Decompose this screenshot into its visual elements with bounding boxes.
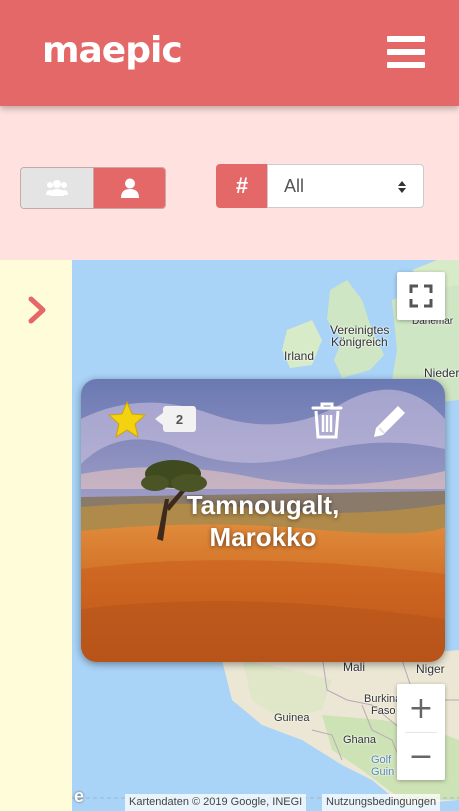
zoom-out-button[interactable]: − xyxy=(397,732,445,780)
tag-select-value: All xyxy=(284,175,305,196)
group-mode-button[interactable] xyxy=(21,168,93,208)
fullscreen-icon xyxy=(409,284,433,308)
location-title-line1: Tamnougalt, xyxy=(186,490,340,520)
location-title: Tamnougalt, Marokko xyxy=(81,489,445,553)
map-label-ghana: Ghana xyxy=(343,734,377,746)
favorite-star-icon[interactable] xyxy=(107,401,147,439)
edit-pencil-icon[interactable] xyxy=(370,401,410,441)
map-attribution: Kartendaten © 2019 Google, INEGI xyxy=(125,794,307,811)
fullscreen-button[interactable] xyxy=(397,272,445,320)
map-label-mali: Mali xyxy=(343,660,366,674)
hamburger-menu-icon[interactable] xyxy=(387,36,427,68)
select-caret-icon xyxy=(398,181,406,193)
map-label-uk-line2: Königreich xyxy=(331,335,388,349)
trash-icon[interactable] xyxy=(309,401,345,439)
zoom-in-button[interactable]: + xyxy=(397,684,445,732)
tag-select[interactable]: All xyxy=(267,164,424,208)
map-label-guinea: Guinea xyxy=(274,712,310,724)
map-label-gulf-line2: Guin xyxy=(371,766,395,778)
map-label-ireland: Irland xyxy=(284,349,315,363)
map-label-gulf-line1: Golf xyxy=(371,754,392,766)
users-icon xyxy=(46,180,68,196)
favorite-count-badge: 2 xyxy=(163,406,196,432)
view-mode-toggle xyxy=(20,167,166,209)
map-label-netherlands: Nieder xyxy=(424,366,459,380)
chevron-right-icon[interactable] xyxy=(26,295,50,325)
app-header: maepic xyxy=(0,0,459,106)
location-title-line2: Marokko xyxy=(209,522,317,552)
zoom-controls: + − xyxy=(397,684,445,780)
google-logo[interactable]: e xyxy=(74,786,84,807)
single-user-mode-button[interactable] xyxy=(93,168,165,208)
map-label-burkina-line2: Faso xyxy=(371,705,396,717)
app-logo[interactable]: maepic xyxy=(42,30,183,71)
terms-link[interactable]: Nutzungsbedingungen xyxy=(322,794,441,811)
hashtag-icon: # xyxy=(216,164,268,208)
map-label-burkina-line1: Burkina xyxy=(364,693,402,705)
user-icon xyxy=(120,178,139,198)
side-panel xyxy=(0,260,72,811)
map-label-niger: Niger xyxy=(416,662,445,676)
